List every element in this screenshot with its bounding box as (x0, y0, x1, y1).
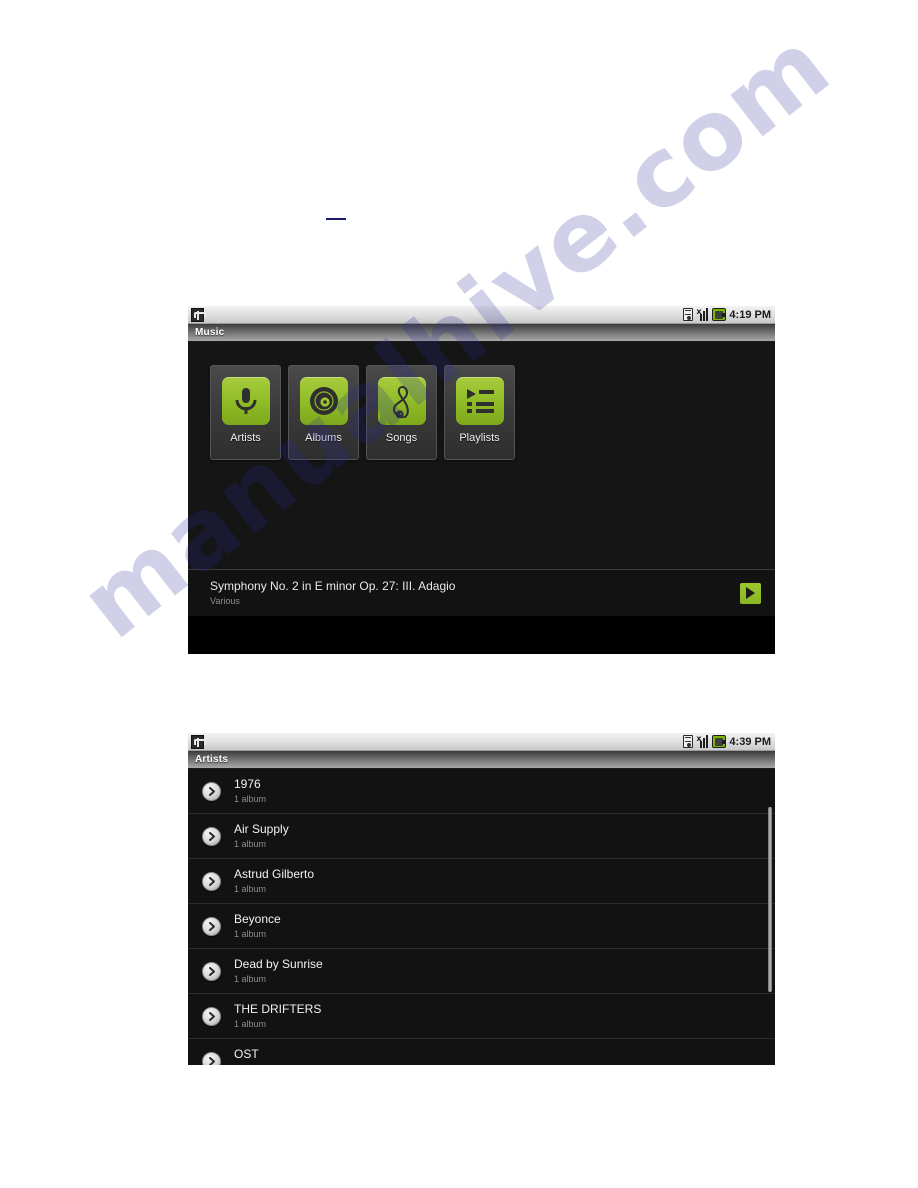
battery-charging-icon (712, 735, 727, 748)
list-item-text: Astrud Gilberto 1 album (234, 867, 314, 895)
chevron-right-icon[interactable] (202, 1006, 221, 1026)
status-bar-right: x 4:19 PM (683, 308, 771, 321)
tile-playlists[interactable]: Playlists (444, 365, 515, 460)
artist-album-count: 1 album (234, 1019, 267, 1029)
list-item[interactable]: Beyonce 1 album (188, 904, 775, 949)
chevron-right-icon[interactable] (202, 826, 221, 846)
vinyl-record-icon (299, 377, 348, 425)
artists-title-bar: Artists (188, 751, 775, 769)
artist-name: Air Supply (234, 822, 289, 836)
list-item-text: Beyonce 1 album (234, 912, 281, 940)
list-item[interactable]: THE DRIFTERS 1 album (188, 994, 775, 1039)
usb-icon (191, 307, 206, 322)
music-title-label: Music (195, 327, 225, 338)
battery-charging-icon (712, 308, 727, 321)
tile-albums-label: Albums (305, 432, 342, 444)
tile-artists-label: Artists (230, 432, 261, 444)
tile-artists[interactable]: Artists (210, 365, 281, 460)
now-playing-bar[interactable]: Symphony No. 2 in E minor Op. 27: III. A… (188, 569, 775, 616)
signal-no-service-icon: x (696, 735, 709, 748)
artist-album-count: 1 album (234, 794, 267, 804)
chevron-right-icon[interactable] (202, 871, 221, 891)
list-item-text: OST 1 album (234, 1047, 266, 1065)
status-bar: x 4:19 PM (188, 306, 775, 324)
page-artifact-dash (326, 218, 346, 220)
microphone-icon (221, 377, 270, 425)
list-item-text: THE DRIFTERS 1 album (234, 1002, 321, 1030)
list-item-text: Air Supply 1 album (234, 822, 289, 850)
artist-album-count: 1 album (234, 1063, 266, 1065)
signal-no-service-icon: x (696, 308, 709, 321)
list-item[interactable]: Air Supply 1 album (188, 814, 775, 859)
screenshot-music-home: x 4:19 PM Music Artists Albums Songs Pla… (188, 306, 775, 654)
list-item-text: Dead by Sunrise 1 album (234, 957, 323, 985)
list-scrollbar[interactable] (768, 807, 772, 992)
now-playing-text: Symphony No. 2 in E minor Op. 27: III. A… (210, 579, 455, 607)
artist-name: 1976 (234, 777, 261, 791)
play-button[interactable] (740, 582, 761, 604)
chevron-right-icon[interactable] (202, 916, 221, 936)
list-item[interactable]: 1976 1 album (188, 769, 775, 814)
page-canvas: manualhive.com x 4:19 PM Music Artists A… (0, 0, 918, 1188)
sim-card-icon (683, 735, 694, 748)
play-icon (746, 587, 755, 599)
usb-icon (191, 734, 206, 749)
now-playing-title: Symphony No. 2 in E minor Op. 27: III. A… (210, 579, 456, 593)
screenshot-artists-list: x 4:39 PM Artists 1976 1 album Air Suppl… (188, 733, 775, 1065)
treble-clef-icon (377, 377, 426, 425)
status-bar: x 4:39 PM (188, 733, 775, 751)
status-bar-clock: 4:19 PM (729, 308, 771, 321)
artist-album-count: 1 album (234, 974, 267, 984)
artist-name: Dead by Sunrise (234, 957, 323, 971)
list-item[interactable]: Astrud Gilberto 1 album (188, 859, 775, 904)
artist-name: THE DRIFTERS (234, 1002, 322, 1016)
artists-list[interactable]: 1976 1 album Air Supply 1 album Astrud G… (188, 769, 775, 1065)
tile-albums[interactable]: Albums (288, 365, 359, 460)
artist-name: OST (234, 1047, 259, 1061)
tile-playlists-label: Playlists (459, 432, 500, 444)
tile-songs-label: Songs (385, 432, 418, 444)
list-item-text: 1976 1 album (234, 777, 266, 805)
artists-title-label: Artists (195, 754, 229, 765)
status-bar-clock: 4:39 PM (729, 735, 771, 748)
playlist-icon (455, 377, 504, 425)
artist-album-count: 1 album (234, 839, 267, 849)
scrollbar-thumb[interactable] (768, 807, 772, 992)
artist-name: Astrud Gilberto (234, 867, 315, 881)
status-bar-right: x 4:39 PM (683, 735, 771, 748)
artist-album-count: 1 album (234, 929, 267, 939)
chevron-right-icon[interactable] (202, 781, 221, 801)
now-playing-artist: Various (210, 596, 240, 606)
artist-album-count: 1 album (234, 884, 267, 894)
music-category-grid: Artists Albums Songs Playlists (188, 342, 775, 460)
chevron-right-icon[interactable] (202, 961, 221, 981)
sim-card-icon (683, 308, 694, 321)
list-item[interactable]: Dead by Sunrise 1 album (188, 949, 775, 994)
status-bar-left (191, 307, 206, 322)
status-bar-left (191, 734, 206, 749)
music-title-bar: Music (188, 324, 775, 342)
list-item[interactable]: OST 1 album (188, 1039, 775, 1065)
artist-name: Beyonce (234, 912, 281, 926)
music-home-body: Artists Albums Songs Playlists Symphony … (188, 342, 775, 616)
tile-songs[interactable]: Songs (366, 365, 437, 460)
chevron-right-icon[interactable] (202, 1051, 221, 1065)
